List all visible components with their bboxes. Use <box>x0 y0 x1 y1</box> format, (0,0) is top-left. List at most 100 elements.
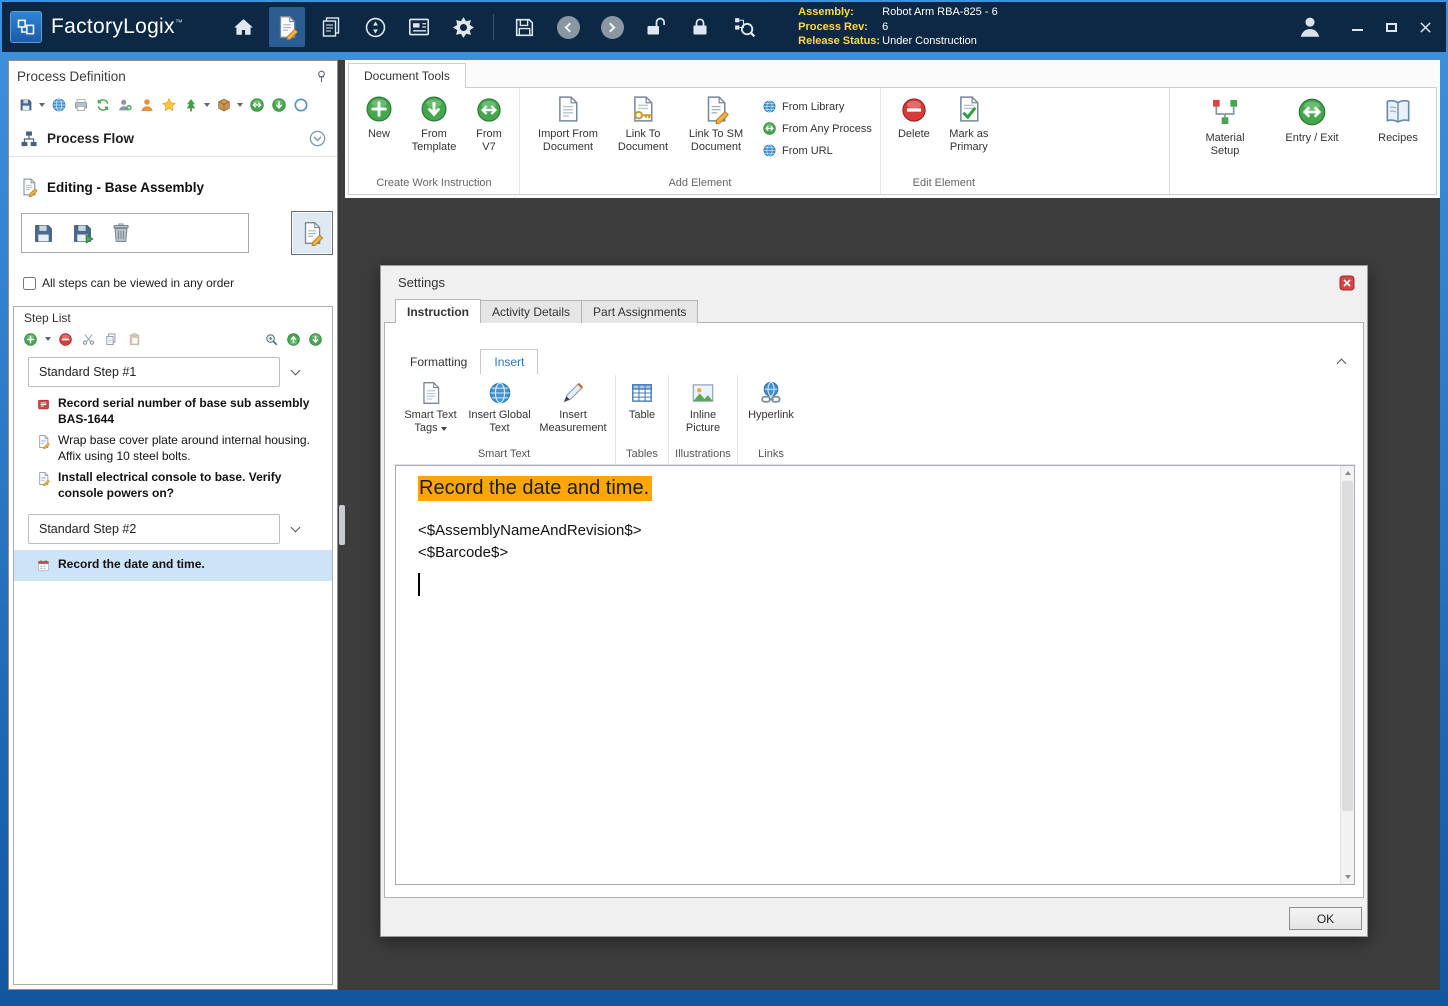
step-item-install-console[interactable]: Install electrical console to base. Veri… <box>14 467 332 504</box>
delete-step-button[interactable] <box>103 217 139 250</box>
dialog-close-button[interactable] <box>1339 275 1355 294</box>
scrollbar-thumb[interactable] <box>1342 481 1353 811</box>
add-user-icon[interactable] <box>116 97 133 114</box>
star-icon[interactable] <box>160 97 177 114</box>
close-button[interactable] <box>1412 14 1438 40</box>
edit-mode-toggle-button[interactable] <box>291 211 333 255</box>
back-button[interactable] <box>550 7 586 47</box>
step-header-1[interactable]: Standard Step #1 <box>28 357 280 387</box>
insert-global-text-button[interactable]: Insert Global Text <box>465 378 534 446</box>
save-button[interactable] <box>506 7 542 47</box>
recipes-button[interactable]: Recipes <box>1373 96 1423 194</box>
link-to-document-button[interactable]: Link To Document <box>613 94 673 154</box>
paste-icon[interactable] <box>126 331 143 348</box>
settings-gear-button[interactable] <box>445 7 481 47</box>
step-item-wrap-cover[interactable]: Wrap base cover plate around internal ho… <box>14 430 332 467</box>
delete-button[interactable]: Delete <box>894 94 934 141</box>
app-logo-icon <box>10 11 42 43</box>
remove-step-icon[interactable] <box>57 331 74 348</box>
tab-activity-details[interactable]: Activity Details <box>480 300 583 323</box>
navigator-compass-button[interactable] <box>357 7 393 47</box>
from-library-icon <box>762 99 777 114</box>
import-from-document-button[interactable]: Import From Document <box>533 94 603 154</box>
maximize-button[interactable] <box>1378 14 1404 40</box>
save-step-button[interactable] <box>25 217 61 250</box>
find-step-icon[interactable] <box>263 331 280 348</box>
forward-button[interactable] <box>594 7 630 47</box>
user-icon[interactable] <box>138 97 155 114</box>
package-icon[interactable] <box>215 97 232 114</box>
from-any-process-button[interactable]: From Any Process <box>762 121 872 136</box>
status-ring-icon[interactable] <box>292 97 309 114</box>
material-setup-button[interactable]: Material Setup <box>1199 96 1251 194</box>
new-button[interactable]: New <box>362 94 396 141</box>
close-icon <box>1339 275 1355 291</box>
web-icon[interactable] <box>50 97 67 114</box>
calendar-icon <box>36 558 51 573</box>
move-up-icon[interactable] <box>285 331 302 348</box>
home-button[interactable] <box>225 7 261 47</box>
import-step-button[interactable] <box>64 217 100 250</box>
save-icon[interactable] <box>17 97 34 114</box>
process-flow-collapse-icon[interactable] <box>308 129 327 148</box>
from-library-button[interactable]: From Library <box>762 99 872 114</box>
tab-insert[interactable]: Insert <box>480 349 539 374</box>
copy-icon[interactable] <box>103 331 120 348</box>
news-button[interactable] <box>401 7 437 47</box>
download-icon[interactable] <box>270 97 287 114</box>
tab-formatting[interactable]: Formatting <box>397 349 480 374</box>
hyperlink-button[interactable]: Hyperlink <box>741 378 801 446</box>
ribbon-collapse-button[interactable] <box>1331 353 1351 371</box>
any-order-checkbox[interactable] <box>23 276 36 290</box>
process-definition-button[interactable] <box>269 7 306 47</box>
package-dropdown-caret[interactable] <box>237 103 243 107</box>
tab-document-tools[interactable]: Document Tools <box>348 63 466 88</box>
entry-exit-button[interactable]: Entry / Exit <box>1277 96 1347 194</box>
inline-picture-button[interactable]: Inline Picture <box>672 378 734 446</box>
sync-icon[interactable] <box>94 97 111 114</box>
lock-button[interactable] <box>682 7 718 47</box>
cut-icon[interactable] <box>80 331 97 348</box>
from-url-button[interactable]: From URL <box>762 143 872 158</box>
tab-instruction[interactable]: Instruction <box>395 299 481 323</box>
from-template-button[interactable]: From Template <box>406 94 462 154</box>
table-button[interactable]: Table <box>619 378 665 446</box>
insert-measurement-button[interactable]: Insert Measurement <box>534 378 612 446</box>
unlock-button[interactable] <box>638 7 674 47</box>
minimize-button[interactable] <box>1344 14 1370 40</box>
group-tables: Table Tables <box>616 375 669 464</box>
step-header-2[interactable]: Standard Step #2 <box>28 514 280 544</box>
save-dropdown-caret[interactable] <box>39 103 45 107</box>
user-account-button[interactable] <box>1290 7 1330 47</box>
step-item-record-date[interactable]: Record the date and time. <box>14 550 332 581</box>
documents-stack-button[interactable] <box>313 7 349 47</box>
print-icon[interactable] <box>72 97 89 114</box>
dropdown-caret <box>440 427 447 432</box>
step-2-chevron-down-icon[interactable] <box>280 515 310 543</box>
process-search-button[interactable] <box>726 7 762 47</box>
link-to-sm-document-button[interactable]: Link To SM Document <box>683 94 749 154</box>
instruction-editor[interactable]: Record the date and time. <$AssemblyName… <box>395 465 1355 885</box>
add-step-icon[interactable] <box>22 331 39 348</box>
from-v7-button[interactable]: From V7 <box>472 94 506 154</box>
tab-part-assignments[interactable]: Part Assignments <box>581 300 699 323</box>
group-illustrations: Inline Picture Illustrations <box>669 375 738 464</box>
pin-icon[interactable] <box>314 69 329 84</box>
step-1-chevron-down-icon[interactable] <box>280 358 310 386</box>
mark-as-primary-button[interactable]: Mark as Primary <box>944 94 994 154</box>
process-flow-row[interactable]: Process Flow <box>9 121 337 157</box>
any-order-label[interactable]: All steps can be viewed in any order <box>42 276 234 290</box>
scroll-up-button[interactable] <box>1341 466 1354 480</box>
add-step-dropdown-caret[interactable] <box>45 337 51 341</box>
mark-as-primary-icon <box>954 94 984 124</box>
ok-button[interactable]: OK <box>1289 907 1362 930</box>
transfer-icon[interactable] <box>248 97 265 114</box>
step-item-record-serial[interactable]: Record serial number of base sub assembl… <box>14 393 332 430</box>
panel-title: Process Definition <box>17 68 126 84</box>
tree-dropdown-caret[interactable] <box>204 103 210 107</box>
move-down-icon[interactable] <box>307 331 324 348</box>
scroll-down-button[interactable] <box>1341 870 1354 884</box>
editor-scrollbar[interactable] <box>1340 466 1354 884</box>
smart-text-tags-button[interactable]: Smart Text Tags <box>396 378 465 446</box>
tree-icon[interactable] <box>182 97 199 114</box>
